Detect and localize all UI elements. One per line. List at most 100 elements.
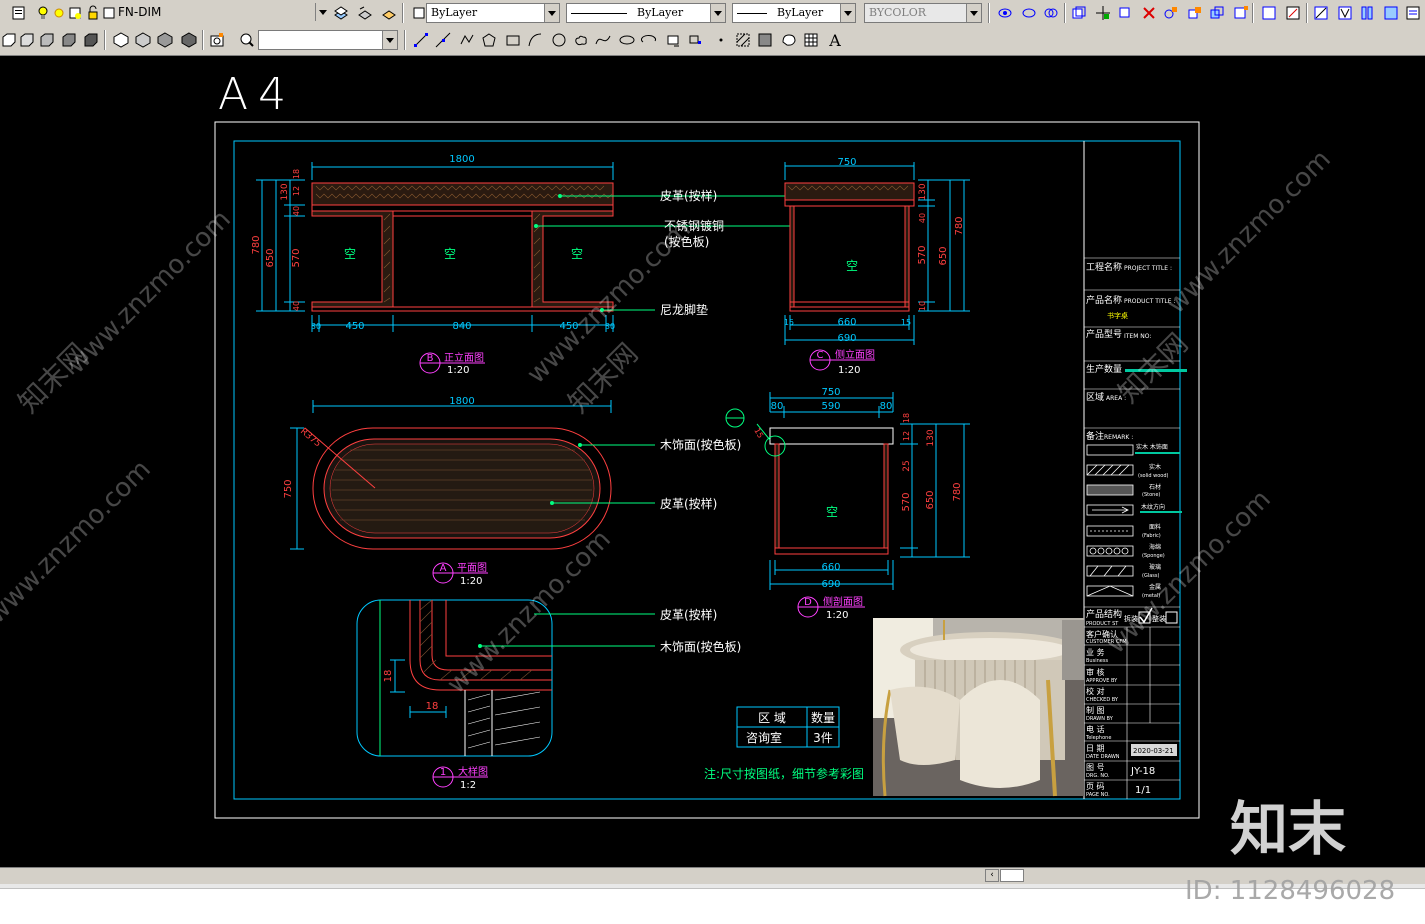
lineweight-combo-value: ByLayer: [777, 6, 824, 19]
tb-mat7: 玻璃: [1149, 563, 1161, 571]
visual-style-realistic-icon[interactable]: [180, 31, 198, 49]
draw-toolbar: A: [0, 27, 1425, 56]
dim-section-690: 690: [821, 579, 840, 590]
tb-r4-en: CHECKED BY: [1086, 697, 1119, 703]
chevron-down-icon[interactable]: [382, 31, 397, 49]
visual-style-2d-icon[interactable]: [112, 31, 130, 49]
dimension-aligned-icon[interactable]: [1358, 4, 1376, 22]
chevron-down-icon[interactable]: [840, 4, 855, 22]
named-view-combo[interactable]: [258, 30, 398, 50]
hatch-icon[interactable]: [734, 31, 752, 49]
tb-project-title: 工程名称: [1086, 261, 1122, 273]
dim-section-130: 130: [926, 429, 936, 446]
separator: [1306, 3, 1308, 23]
tb-project-title-en: PROJECT TITLE :: [1124, 265, 1172, 272]
chevron-down-icon[interactable]: [315, 3, 330, 21]
color-combo[interactable]: ByLayer: [426, 3, 560, 23]
tb-drg-no-value: JY-18: [1130, 766, 1155, 777]
chevron-down-icon[interactable]: [544, 4, 559, 22]
wedge-icon[interactable]: [18, 31, 36, 49]
dim-side-width: 750: [837, 157, 856, 168]
dim-section-80a: 80: [771, 401, 784, 412]
tb-r5: 制 图: [1086, 705, 1105, 715]
line-icon[interactable]: [412, 31, 430, 49]
chevron-down-icon[interactable]: [966, 4, 981, 22]
rotate-icon[interactable]: [1116, 4, 1134, 22]
copy-icon[interactable]: [1070, 4, 1088, 22]
dimension-style-icon[interactable]: [1382, 4, 1400, 22]
make-block-icon[interactable]: [686, 31, 704, 49]
dimension-angular-icon[interactable]: [1336, 4, 1354, 22]
construction-line-icon[interactable]: [434, 31, 452, 49]
dim-section-750: 750: [821, 387, 840, 398]
separator: [1064, 3, 1066, 23]
gradient-icon[interactable]: [756, 31, 774, 49]
zoom-previous-icon[interactable]: [238, 31, 256, 49]
orbit-icon[interactable]: [996, 4, 1014, 22]
viewport-icon[interactable]: [1260, 4, 1278, 22]
lineweight-combo[interactable]: ByLayer: [732, 3, 856, 23]
rectangle-icon[interactable]: [504, 31, 522, 49]
ellipse-icon[interactable]: [618, 31, 636, 49]
camera-icon[interactable]: [208, 31, 226, 49]
orbit-free-icon[interactable]: [1020, 4, 1038, 22]
tb-mat3: 石材: [1149, 483, 1161, 491]
drawing-svg: 1800 450 840 450 30 30 780 650 130 570 4…: [214, 121, 1200, 819]
drawing-canvas[interactable]: 1800 450 840 450 30 30 780 650 130 570 4…: [0, 57, 1425, 867]
freeze-viewport-icon[interactable]: [66, 4, 84, 22]
dim-height-12: 12: [292, 186, 301, 196]
fillet-icon[interactable]: [1284, 4, 1302, 22]
revision-cloud-icon[interactable]: [572, 31, 590, 49]
make-current-layer-icon[interactable]: [332, 4, 350, 22]
visual-style-3d-icon[interactable]: [134, 31, 152, 49]
linetype-combo[interactable]: ByLayer: [566, 3, 726, 23]
plotstyle-combo[interactable]: BYCOLOR: [864, 3, 982, 23]
visual-style-hidden-icon[interactable]: [156, 31, 174, 49]
orbit-continuous-icon[interactable]: [1042, 4, 1060, 22]
cone-icon[interactable]: [38, 31, 56, 49]
polygon-icon[interactable]: [480, 31, 498, 49]
separator: [404, 30, 406, 50]
move-icon[interactable]: [1094, 4, 1112, 22]
box-icon[interactable]: [0, 31, 18, 49]
point-icon[interactable]: [712, 31, 730, 49]
layer-manager-icon[interactable]: [10, 4, 28, 22]
scroll-thumb[interactable]: [1000, 869, 1024, 882]
view-title-plan: A 平面图 1:20: [432, 562, 488, 587]
array-icon[interactable]: [1208, 4, 1226, 22]
polyline-icon[interactable]: [458, 31, 476, 49]
solid-shade-icon[interactable]: [60, 31, 78, 49]
tb-product-name: 产品名称: [1086, 294, 1122, 306]
dim-plan-radius: R375: [298, 427, 322, 450]
dimension-linear-icon[interactable]: [1312, 4, 1330, 22]
arc-icon[interactable]: [526, 31, 544, 49]
region-icon[interactable]: [780, 31, 798, 49]
layer-states-icon[interactable]: [380, 4, 398, 22]
dim-front-mid: 840: [452, 321, 471, 332]
scale-icon[interactable]: [1186, 4, 1204, 22]
stretch-icon[interactable]: [1162, 4, 1180, 22]
erase-icon[interactable]: [1140, 4, 1158, 22]
tb-mat5: 面料: [1149, 523, 1161, 531]
ellipse-arc-icon[interactable]: [640, 31, 658, 49]
chevron-down-icon[interactable]: [710, 4, 725, 22]
circle-icon[interactable]: [550, 31, 568, 49]
solid-dark-icon[interactable]: [82, 31, 100, 49]
scroll-left-arrow-icon[interactable]: ‹: [985, 869, 999, 882]
layer-combo[interactable]: FN-DIM: [114, 3, 330, 23]
layer-previous-icon[interactable]: [356, 4, 374, 22]
separator: [988, 3, 990, 23]
multiline-text-button[interactable]: A: [824, 31, 846, 50]
dim-section-15: 15: [752, 427, 765, 440]
watermark-logo: 知末: [1230, 795, 1347, 863]
spline-icon[interactable]: [594, 31, 612, 49]
tool-palette-icon[interactable]: [1404, 4, 1422, 22]
mirror-icon[interactable]: [1232, 4, 1250, 22]
dim-section-25: 25: [902, 460, 912, 471]
tb-mat4: 木纹方向: [1141, 503, 1165, 511]
dim-section-660: 660: [821, 562, 840, 573]
tb-area: 区域: [1086, 391, 1104, 403]
insert-block-icon[interactable]: [664, 31, 682, 49]
table-icon[interactable]: [802, 31, 820, 49]
dim-plan-depth: 750: [283, 479, 294, 498]
